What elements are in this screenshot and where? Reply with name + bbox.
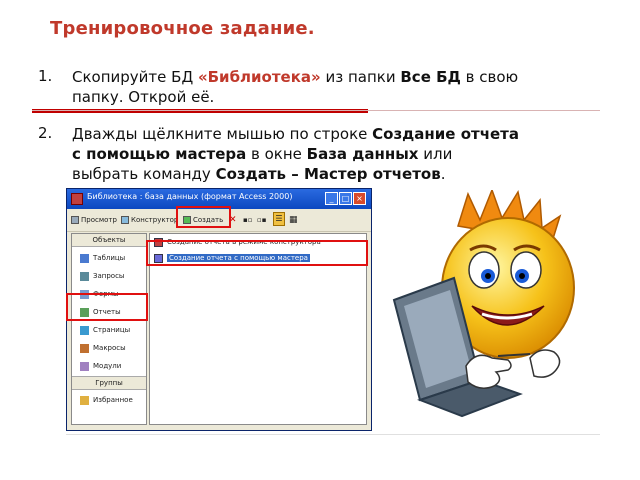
create-button-highlight <box>176 206 231 228</box>
item-1-part1: Скопируйте БД <box>72 68 198 86</box>
group-label: Избранное <box>93 396 133 404</box>
separator-line <box>32 110 600 111</box>
object-label: Модули <box>93 362 122 370</box>
preview-button[interactable]: Просмотр <box>71 213 117 227</box>
item-2-number: 2. <box>38 124 53 142</box>
object-label: Макросы <box>93 344 126 352</box>
module-icon <box>80 361 89 371</box>
close-button[interactable]: × <box>353 192 366 205</box>
design-label: Конструктор <box>131 216 179 224</box>
item-1-line2: папку. Открой её. <box>72 88 215 106</box>
large-icons-icon[interactable]: ▪▫ <box>243 213 253 227</box>
object-label: Страницы <box>93 326 131 334</box>
object-tables[interactable]: Таблицы <box>80 252 125 264</box>
item-2-part5: . <box>440 165 446 183</box>
query-icon <box>80 271 89 281</box>
item-2-part1: Дважды щёлкните мышью по строке <box>72 125 373 143</box>
item-2-bold1: Создание отчета <box>372 125 519 143</box>
item-2-text: Дважды щёлкните мышью по строке Создание… <box>72 124 632 184</box>
item-2-part2: в окне <box>246 145 307 163</box>
maximize-button[interactable]: □ <box>339 192 352 205</box>
design-button[interactable]: Конструктор <box>121 213 178 227</box>
table-icon <box>80 253 89 263</box>
object-pages[interactable]: Страницы <box>80 324 130 336</box>
object-modules[interactable]: Модули <box>80 360 121 372</box>
item-1-part3: в свою <box>460 68 519 86</box>
item-2-part4: выбрать команду <box>72 165 216 183</box>
macro-icon <box>80 343 89 353</box>
objects-pane: Объекты Таблицы Запросы Формы Отчеты Стр… <box>71 233 147 425</box>
object-macros[interactable]: Макросы <box>80 342 126 354</box>
item-1-highlight: «Библиотека» <box>197 68 321 86</box>
item-2-part3: или <box>418 145 453 163</box>
item-2-bold4: Создать – Мастер отчетов <box>215 165 441 183</box>
page-icon <box>80 325 89 335</box>
groups-header: Группы <box>72 376 146 390</box>
object-queries[interactable]: Запросы <box>80 270 124 282</box>
item-1-number: 1. <box>38 67 53 85</box>
bottom-line <box>66 434 600 435</box>
item-1-text: Скопируйте БД «Библиотека» из папки Все … <box>72 67 612 107</box>
small-icons-icon[interactable]: ▫▪ <box>257 213 267 227</box>
preview-icon <box>71 216 79 224</box>
smiley-laptop-illustration <box>392 190 575 418</box>
minimize-button[interactable]: _ <box>325 192 338 205</box>
reports-item-highlight <box>66 293 148 321</box>
list-view-icon[interactable]: ☰ <box>273 212 285 226</box>
objects-header: Объекты <box>72 234 146 247</box>
design-icon <box>121 216 129 224</box>
preview-label: Просмотр <box>81 216 117 224</box>
wizard-row-highlight <box>146 240 368 266</box>
item-1-bold: Все БД <box>400 68 461 86</box>
database-icon <box>71 193 83 205</box>
details-view-icon[interactable]: ▦ <box>289 213 298 227</box>
object-label: Запросы <box>93 272 125 280</box>
item-2-bold2: с помощью мастера <box>72 145 247 163</box>
object-label: Таблицы <box>93 254 126 262</box>
item-1-part2: из папки <box>320 68 401 86</box>
window-title: Библиотека : база данных (формат Access … <box>87 192 293 201</box>
favorites-icon <box>80 395 89 405</box>
slide-title: Тренировочное задание. <box>50 18 315 39</box>
item-2-bold3: База данных <box>306 145 419 163</box>
group-favorites[interactable]: Избранное <box>80 394 133 406</box>
